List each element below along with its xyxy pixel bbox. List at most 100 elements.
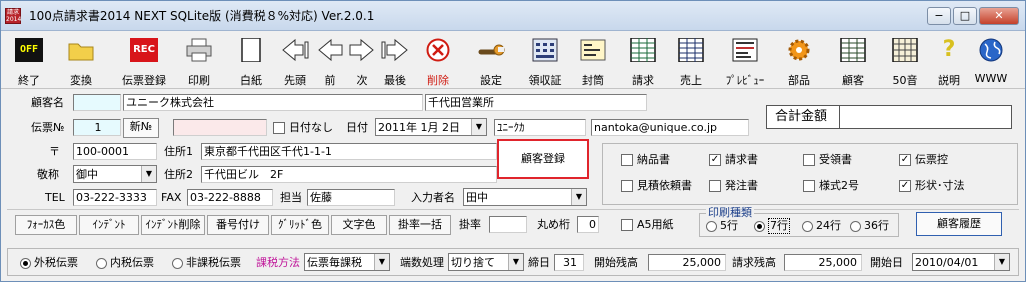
- order-checkbox[interactable]: [709, 180, 721, 192]
- convert-label: 変換: [70, 74, 92, 87]
- a5-paper-label: A5用紙: [637, 218, 674, 231]
- zip-field[interactable]: 100-0001: [73, 143, 157, 160]
- first-button[interactable]: 先頭: [277, 34, 313, 87]
- www-button[interactable]: WWW: [971, 34, 1011, 86]
- tax-inclusive-radio[interactable]: [96, 258, 107, 269]
- tax-method-select[interactable]: 伝票毎課税 ▼: [304, 253, 390, 271]
- text-color-button[interactable]: 文字色: [331, 215, 387, 235]
- customer-register-button[interactable]: 顧客登録: [497, 139, 589, 179]
- slip-copy-checkbox[interactable]: ✓: [899, 154, 911, 166]
- form2-checkbox[interactable]: [803, 180, 815, 192]
- rounding-select[interactable]: 切り捨て ▼: [448, 253, 524, 271]
- minimize-button[interactable]: −: [927, 7, 951, 25]
- preview-icon: [731, 38, 759, 62]
- wrench-icon: [477, 38, 505, 62]
- tax-exclusive-radio[interactable]: [20, 258, 31, 269]
- kana-field[interactable]: ﾕﾆｰｸｶ: [494, 119, 586, 136]
- kana-grid-icon: [891, 37, 919, 63]
- indent-delete-button[interactable]: ｲﾝﾃﾞﾝﾄ削除: [141, 215, 205, 235]
- convert-button[interactable]: 変換: [61, 34, 101, 87]
- parts-button[interactable]: 部品: [779, 34, 819, 87]
- branch-field[interactable]: 千代田営業所: [425, 94, 647, 111]
- slip-no-field[interactable]: 1: [73, 119, 121, 136]
- help-icon: ?: [942, 37, 956, 62]
- tax-method-label: 課税方法: [256, 256, 300, 269]
- tel-field[interactable]: 03-222-3333: [73, 189, 157, 206]
- divider: [7, 209, 1019, 210]
- address2-field[interactable]: 千代田ビル 2F: [201, 166, 497, 183]
- sales-button[interactable]: 売上: [673, 34, 709, 87]
- rounding-label: 端数処理: [400, 256, 444, 269]
- exit-button[interactable]: OFF 終了: [11, 34, 47, 87]
- focus-color-button[interactable]: ﾌｫｰｶｽ色: [15, 215, 77, 235]
- start-date-label: 開始日: [870, 256, 903, 269]
- customer-grid-icon: [839, 37, 867, 63]
- delivery-checkbox[interactable]: [621, 154, 633, 166]
- billing-balance-label: 請求残高: [732, 256, 776, 269]
- prev-button[interactable]: 前: [313, 34, 347, 87]
- address1-label: 住所1: [164, 145, 193, 158]
- no-date-checkbox[interactable]: [273, 122, 285, 134]
- receipt-doc-label: 受領書: [819, 153, 852, 166]
- close-button[interactable]: ✕: [979, 7, 1019, 25]
- numbering-button[interactable]: 番号付け: [207, 215, 269, 235]
- off-icon: OFF: [15, 38, 43, 62]
- blank-button[interactable]: 白紙: [233, 34, 269, 87]
- quote-request-checkbox[interactable]: [621, 180, 633, 192]
- a5-paper-checkbox[interactable]: [621, 219, 633, 231]
- invoice-checkbox[interactable]: ✓: [709, 154, 721, 166]
- help-button[interactable]: ? 説明: [931, 34, 967, 88]
- cutoff-field[interactable]: 31: [554, 254, 584, 271]
- delete-button[interactable]: 削除: [419, 34, 457, 87]
- print-button[interactable]: 印刷: [179, 34, 219, 87]
- rounding-value: 切り捨て: [451, 256, 495, 269]
- next-button[interactable]: 次: [345, 34, 379, 87]
- date-label: 日付: [346, 121, 368, 134]
- indent-button[interactable]: ｲﾝﾃﾞﾝﾄ: [79, 215, 139, 235]
- rate-bulk-button[interactable]: 掛率一括: [389, 215, 451, 235]
- billing-balance-field[interactable]: 25,000: [784, 254, 862, 271]
- settings-button[interactable]: 設定: [471, 34, 511, 87]
- receipt-checkbox[interactable]: [803, 154, 815, 166]
- customer-name-field[interactable]: ユニーク株式会社: [123, 94, 423, 111]
- slip-extra-field[interactable]: [173, 119, 267, 136]
- person-field[interactable]: 佐藤: [307, 189, 395, 206]
- invoice-doc-label: 請求書: [725, 153, 758, 166]
- date-picker[interactable]: 2011年 1月 2日 ▼: [375, 118, 487, 136]
- entry-person-select[interactable]: 田中 ▼: [463, 188, 587, 206]
- tax-exclusive-label: 外税伝票: [34, 256, 78, 269]
- receipt-button[interactable]: 領収証: [523, 34, 567, 87]
- honorific-select[interactable]: 御中 ▼: [73, 165, 157, 183]
- customer-button[interactable]: 顧客: [835, 34, 871, 87]
- fax-field[interactable]: 03-222-8888: [187, 189, 273, 206]
- opening-balance-label: 開始残高: [594, 256, 638, 269]
- start-date-picker[interactable]: 2010/04/01 ▼: [912, 253, 1010, 271]
- maximize-button[interactable]: □: [953, 7, 977, 25]
- preview-button[interactable]: ﾌﾟﾚﾋﾞｭｰ: [719, 34, 771, 87]
- slip-register-button[interactable]: REC 伝票登録: [115, 34, 173, 87]
- last-button[interactable]: 最後: [377, 34, 413, 87]
- receipt-label: 領収証: [528, 74, 562, 87]
- print-7-radio[interactable]: [754, 221, 765, 232]
- print-5-radio[interactable]: [706, 221, 717, 232]
- zip-label: 〒: [49, 145, 60, 158]
- print-24-radio[interactable]: [802, 221, 813, 232]
- shape-size-checkbox[interactable]: ✓: [899, 180, 911, 192]
- email-field[interactable]: nantoka@unique.co.jp: [591, 119, 749, 136]
- grid-color-button[interactable]: ｸﾞﾘｯﾄﾞ色: [271, 215, 329, 235]
- customer-code-field[interactable]: [73, 94, 121, 111]
- new-no-button[interactable]: 新№: [123, 118, 159, 138]
- folder-icon: [67, 38, 95, 62]
- address1-field[interactable]: 東京都千代田区千代1-1-1: [201, 143, 497, 160]
- round-digit-field[interactable]: 0: [577, 216, 599, 233]
- first-label: 先頭: [284, 74, 306, 87]
- kana-index-button[interactable]: 50音: [885, 34, 925, 87]
- invoice-button[interactable]: 請求: [625, 34, 661, 87]
- invoice-grid-icon: [629, 37, 657, 63]
- rate-field[interactable]: [489, 216, 527, 233]
- opening-balance-field[interactable]: 25,000: [648, 254, 726, 271]
- tax-exempt-radio[interactable]: [172, 258, 183, 269]
- print-36-radio[interactable]: [850, 221, 861, 232]
- customer-history-button[interactable]: 顧客履歴: [916, 212, 1002, 236]
- envelope-button[interactable]: 封筒: [573, 34, 613, 87]
